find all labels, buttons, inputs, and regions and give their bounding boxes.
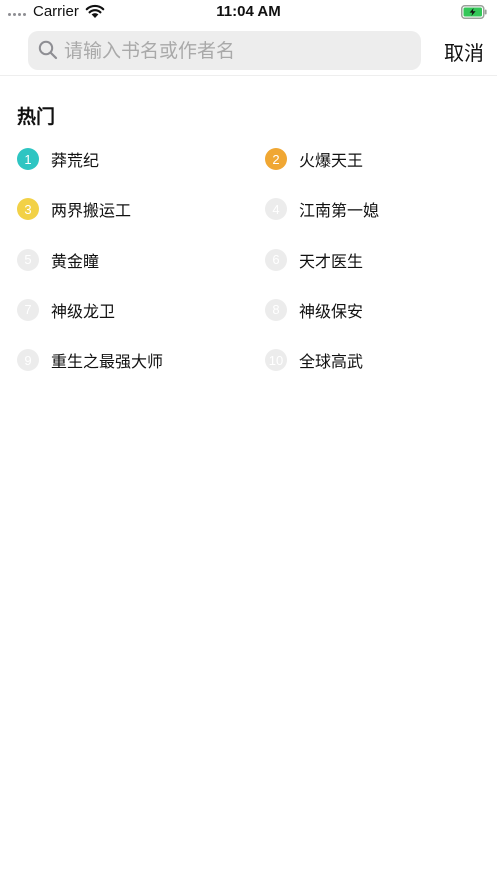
- status-bar: Carrier 11:04 AM: [0, 0, 497, 24]
- cancel-button[interactable]: 取消: [444, 37, 484, 66]
- rank-badge: 2: [265, 148, 287, 170]
- rank-badge: 10: [265, 349, 287, 372]
- book-title: 莽荒纪: [51, 151, 100, 170]
- search-icon: [38, 40, 58, 60]
- hot-book-item[interactable]: 1 莽荒纪: [17, 146, 99, 172]
- battery-charging-icon: [461, 5, 487, 19]
- hot-book-item[interactable]: 5 黄金瞳: [17, 247, 99, 273]
- hot-book-list: 1 莽荒纪 2 火爆天王 3 两界搬运工 4 江南第一媳 5 黄金瞳 6 天才医…: [0, 146, 497, 397]
- hot-row: 9 重生之最强大师 10 全球高武: [0, 347, 497, 397]
- rank-badge: 7: [17, 298, 39, 321]
- hot-row: 7 神级龙卫 8 神级保安: [0, 297, 497, 347]
- hot-book-item[interactable]: 8 神级保安: [265, 297, 363, 323]
- book-title: 神级龙卫: [51, 301, 116, 321]
- hot-row: 1 莽荒纪 2 火爆天王: [0, 146, 497, 196]
- rank-badge: 1: [17, 148, 39, 170]
- rank-badge: 3: [17, 198, 39, 221]
- hot-book-item[interactable]: 7 神级龙卫: [17, 297, 115, 323]
- hot-book-item[interactable]: 4 江南第一媳: [265, 196, 379, 222]
- book-title: 火爆天王: [299, 151, 364, 170]
- rank-badge: 6: [265, 248, 287, 271]
- status-time: 11:04 AM: [216, 3, 281, 20]
- book-title: 两界搬运工: [51, 201, 132, 221]
- book-title: 全球高武: [299, 352, 364, 372]
- hot-book-item[interactable]: 9 重生之最强大师: [17, 347, 163, 373]
- hot-section-title: 热门: [17, 106, 56, 128]
- book-title: 重生之最强大师: [51, 352, 164, 372]
- hot-book-item[interactable]: 3 两界搬运工: [17, 196, 131, 222]
- search-input[interactable]: [64, 31, 409, 70]
- search-field-container[interactable]: [28, 31, 421, 70]
- rank-badge: 9: [17, 349, 39, 372]
- hot-row: 3 两界搬运工 4 江南第一媳: [0, 196, 497, 246]
- book-title: 天才医生: [299, 251, 364, 271]
- rank-badge: 8: [265, 298, 287, 321]
- hot-row: 5 黄金瞳 6 天才医生: [0, 247, 497, 297]
- search-screen: Carrier 11:04 AM 取消 热门 1: [0, 0, 497, 883]
- hot-book-item[interactable]: 6 天才医生: [265, 247, 363, 273]
- book-title: 江南第一媳: [299, 201, 380, 221]
- rank-badge: 5: [17, 248, 39, 271]
- book-title: 神级保安: [299, 301, 364, 321]
- hot-book-item[interactable]: 10 全球高武: [265, 347, 363, 373]
- rank-badge: 4: [265, 198, 287, 221]
- hot-book-item[interactable]: 2 火爆天王: [265, 146, 363, 172]
- book-title: 黄金瞳: [51, 251, 100, 271]
- search-bar: 取消: [0, 24, 497, 76]
